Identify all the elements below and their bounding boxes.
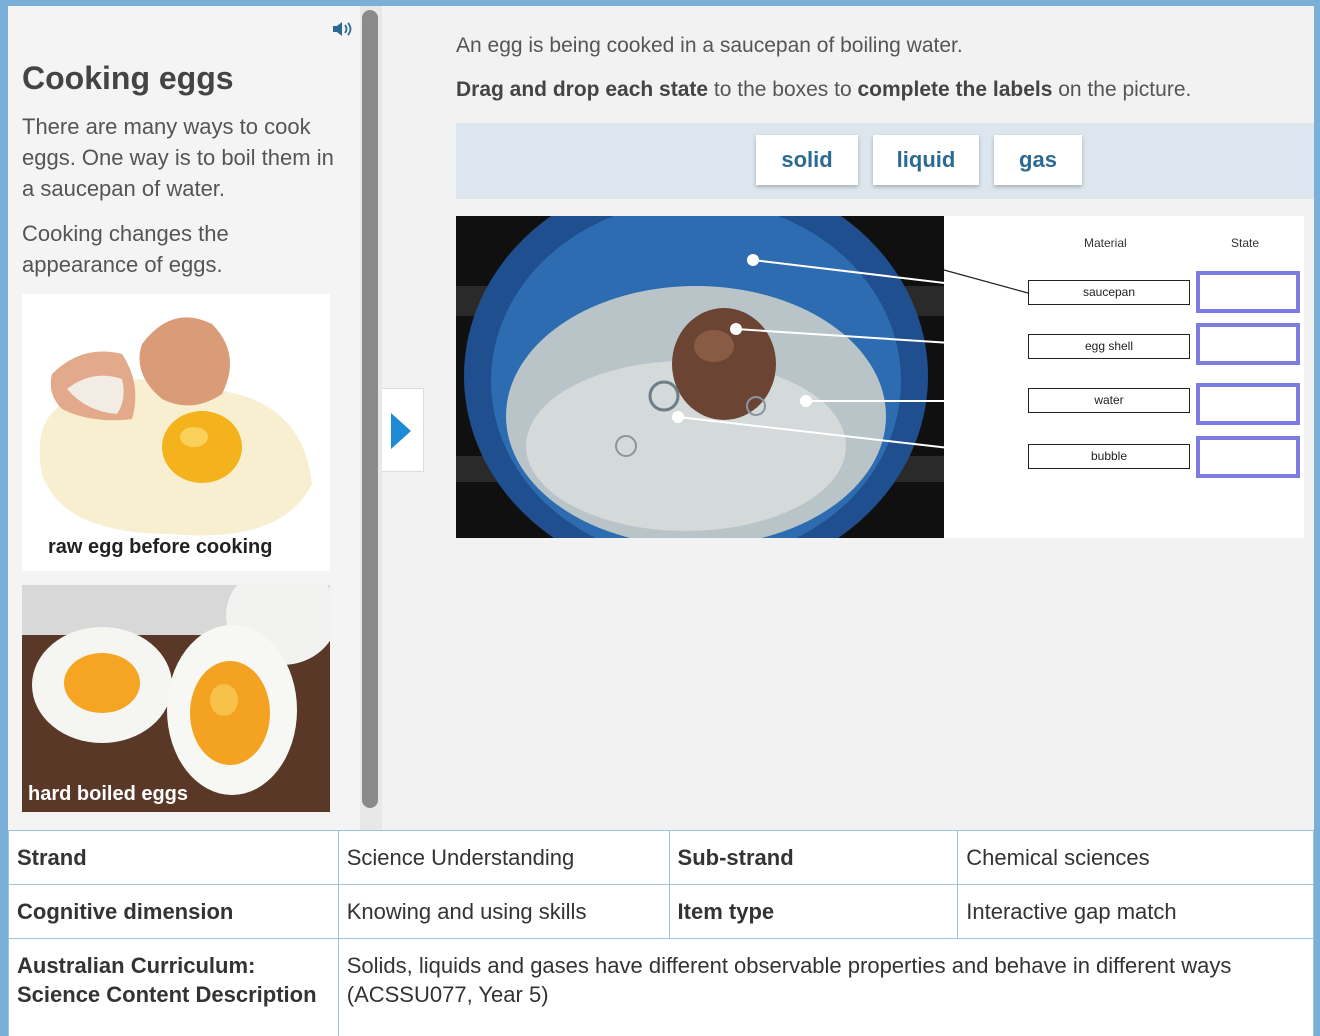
expand-panel-button[interactable] bbox=[382, 388, 424, 472]
table-row: Cognitive dimension Knowing and using sk… bbox=[8, 884, 1314, 939]
material-label: saucepan bbox=[1028, 280, 1190, 305]
table-key: Item type bbox=[668, 884, 959, 939]
table-value: Science Understanding bbox=[337, 830, 670, 885]
speaker-icon[interactable] bbox=[331, 20, 355, 38]
table-key: Sub-strand bbox=[668, 830, 959, 885]
label-leader-lines bbox=[672, 254, 1029, 458]
instruction-text: on the picture. bbox=[1052, 78, 1192, 101]
choices-tray: solid liquid gas bbox=[456, 123, 1314, 199]
column-material: Material bbox=[1084, 236, 1127, 250]
stimulus-title: Cooking eggs bbox=[22, 60, 234, 96]
stimulus-panel: Cooking eggs There are many ways to cook… bbox=[8, 6, 360, 830]
boiled-eggs-caption: hard boiled eggs bbox=[28, 783, 189, 805]
raw-egg-caption: raw egg before cooking bbox=[48, 536, 273, 558]
drop-zone-water[interactable] bbox=[1196, 383, 1300, 425]
material-label: water bbox=[1028, 388, 1190, 413]
raw-egg-image: raw egg before cooking bbox=[22, 294, 330, 571]
stimulus-paragraph: Cooking changes the appearance of eggs. bbox=[22, 221, 229, 277]
drop-zone-bubble[interactable] bbox=[1196, 436, 1300, 478]
scrollbar-thumb[interactable] bbox=[362, 10, 378, 808]
item-metadata-table: Strand Science Understanding Sub-strand … bbox=[8, 830, 1315, 1036]
table-value: Chemical sciences bbox=[957, 830, 1314, 885]
choice-gas[interactable]: gas bbox=[994, 135, 1082, 185]
instruction-bold: complete the labels bbox=[857, 78, 1053, 101]
choice-solid[interactable]: solid bbox=[756, 135, 858, 185]
boiled-eggs-image: hard boiled eggs bbox=[22, 585, 330, 812]
choice-liquid[interactable]: liquid bbox=[873, 135, 979, 185]
material-label: bubble bbox=[1028, 444, 1190, 469]
instruction-text: to the boxes to bbox=[708, 78, 858, 101]
stimulus-scrollbar[interactable] bbox=[360, 6, 382, 830]
table-value: Interactive gap match bbox=[957, 884, 1314, 939]
material-label: egg shell bbox=[1028, 334, 1190, 359]
table-key: Cognitive dimension bbox=[8, 884, 339, 939]
play-arrow-icon bbox=[391, 413, 411, 449]
drop-zone-egg-shell[interactable] bbox=[1196, 323, 1300, 365]
table-value: Knowing and using skills bbox=[337, 884, 670, 939]
table-row: Australian Curriculum: Science Content D… bbox=[8, 938, 1315, 1036]
column-state: State bbox=[1231, 236, 1260, 250]
question-panel: An egg is being cooked in a saucepan of … bbox=[382, 6, 1314, 830]
question-instruction: Drag and drop each state to the boxes to… bbox=[456, 78, 1191, 102]
instruction-bold: Drag and drop each state bbox=[456, 78, 709, 101]
table-row: Strand Science Understanding Sub-strand … bbox=[8, 830, 1314, 885]
saucepan-diagram: Material State saucepan egg shell water … bbox=[456, 216, 1304, 538]
table-key: Australian Curriculum: Science Content D… bbox=[8, 938, 339, 1036]
table-value: Solids, liquids and gases have different… bbox=[337, 938, 1315, 1036]
drop-zone-saucepan[interactable] bbox=[1196, 271, 1300, 313]
question-intro: An egg is being cooked in a saucepan of … bbox=[456, 34, 963, 57]
table-key: Strand bbox=[8, 830, 339, 885]
stimulus-paragraph: There are many ways to cook eggs. One wa… bbox=[22, 114, 334, 201]
